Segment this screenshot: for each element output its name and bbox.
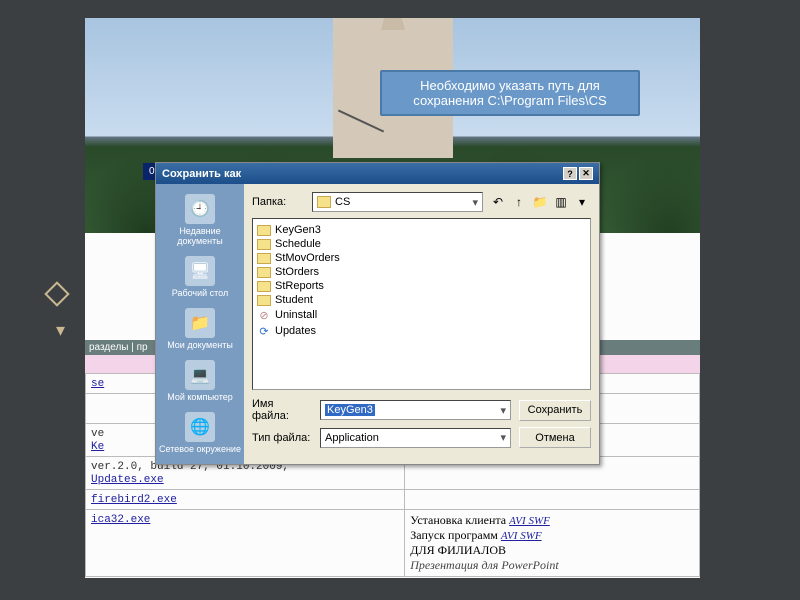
folder-icon xyxy=(257,225,271,236)
slide-dropdown-icon: ▾ xyxy=(56,320,65,341)
help-button[interactable]: ? xyxy=(563,167,577,180)
link[interactable]: Ke xyxy=(91,441,104,453)
filename-value: KeyGen3 xyxy=(325,404,375,416)
file-name: Updates xyxy=(275,325,316,337)
info-line: Установка клиента AVI SWF xyxy=(410,513,694,528)
place-item[interactable]: 🌐 Сетевое окружение xyxy=(156,408,244,458)
slide-bullet-icon xyxy=(44,281,69,306)
file-list[interactable]: KeyGen3 Schedule StMovOrders StOrders StRepo… xyxy=(252,218,591,390)
ica-link[interactable]: ica32.exe xyxy=(91,514,150,526)
folder-icon xyxy=(257,295,271,306)
file-item[interactable]: Student xyxy=(257,293,586,307)
update-icon: ⟳ xyxy=(257,324,271,338)
file-item[interactable]: StMovOrders xyxy=(257,251,586,265)
place-label: Рабочий стол xyxy=(172,288,229,298)
close-button[interactable]: ✕ xyxy=(579,167,593,180)
dialog-title: Сохранить как xyxy=(162,168,241,180)
file-name: Schedule xyxy=(275,238,321,250)
filetype-dropdown[interactable]: Application ▾ xyxy=(320,428,511,448)
folder-icon xyxy=(257,253,271,264)
firebird-link[interactable]: firebird2.exe xyxy=(91,494,177,506)
save-button[interactable]: Сохранить xyxy=(519,400,591,421)
toolbar-icon[interactable]: ▥ xyxy=(552,193,570,211)
file-item[interactable]: Schedule xyxy=(257,237,586,251)
folder-icon xyxy=(257,281,271,292)
place-item[interactable]: 💻 Мой компьютер xyxy=(156,356,244,406)
place-label: Мой компьютер xyxy=(167,392,233,402)
folder-value: CS xyxy=(335,196,350,208)
toolbar-icon[interactable]: 📁 xyxy=(531,193,549,211)
place-icon: 🌐 xyxy=(185,412,215,442)
filename-label: Имя файла: xyxy=(252,398,312,422)
link[interactable]: se xyxy=(91,378,104,390)
save-as-dialog: Сохранить как ? ✕ 🕘Недавние документы 🖥 Ра… xyxy=(155,162,600,465)
updates-link[interactable]: Updates.exe xyxy=(91,474,164,486)
folder-icon xyxy=(257,267,271,278)
folder-label: Папка: xyxy=(252,196,306,208)
toolbar-icon[interactable]: ↶ xyxy=(489,193,507,211)
chevron-down-icon: ▾ xyxy=(500,431,506,444)
chevron-down-icon: ▾ xyxy=(472,196,478,209)
info-line: Презентация для PowerPoint xyxy=(410,558,694,573)
place-icon: 📁 xyxy=(185,308,215,338)
file-name: Student xyxy=(275,294,313,306)
folder-dropdown[interactable]: CS ▾ xyxy=(312,192,483,212)
chevron-down-icon: ▾ xyxy=(500,404,506,417)
place-icon: 🕘 xyxy=(185,194,215,224)
text: ve xyxy=(91,428,104,440)
link[interactable]: AVI SWF xyxy=(501,530,542,542)
place-label: Недавние документы xyxy=(158,226,242,246)
file-item[interactable]: KeyGen3 xyxy=(257,223,586,237)
cancel-button[interactable]: Отмена xyxy=(519,427,591,448)
file-name: KeyGen3 xyxy=(275,224,321,236)
file-item[interactable]: ⟳ Updates xyxy=(257,323,586,339)
file-item[interactable]: StOrders xyxy=(257,265,586,279)
folder-icon xyxy=(317,196,331,208)
filename-input[interactable]: KeyGen3 ▾ xyxy=(320,400,511,420)
filetype-value: Application xyxy=(325,432,379,444)
dialog-titlebar[interactable]: Сохранить как ? ✕ xyxy=(156,163,599,184)
place-item[interactable]: 🖥 Рабочий стол xyxy=(156,252,244,302)
uninstall-icon: ⊘ xyxy=(257,308,271,322)
folder-icon xyxy=(257,239,271,250)
place-icon: 🖥 xyxy=(185,256,215,286)
file-name: StReports xyxy=(275,280,324,292)
place-icon: 💻 xyxy=(185,360,215,390)
place-label: Сетевое окружение xyxy=(159,444,241,454)
file-item[interactable]: StReports xyxy=(257,279,586,293)
file-name: StOrders xyxy=(275,266,319,278)
file-name: StMovOrders xyxy=(275,252,340,264)
toolbar-icon[interactable]: ↑ xyxy=(510,193,528,211)
filetype-label: Тип файла: xyxy=(252,432,312,444)
link[interactable]: AVI SWF xyxy=(509,515,550,527)
info-line: ДЛЯ ФИЛИАЛОВ xyxy=(410,543,694,558)
info-line: Запуск программ AVI SWF xyxy=(410,528,694,543)
places-bar: 🕘Недавние документы 🖥 Рабочий стол 📁 Мои док… xyxy=(156,184,244,464)
instruction-callout: Необходимо указать путь для сохранения C… xyxy=(380,70,640,116)
file-name: Uninstall xyxy=(275,309,317,321)
place-item[interactable]: 🕘Недавние документы xyxy=(156,190,244,250)
file-item[interactable]: ⊘ Uninstall xyxy=(257,307,586,323)
place-item[interactable]: 📁 Мои документы xyxy=(156,304,244,354)
dialog-toolbar: ↶↑📁▥▾ xyxy=(489,193,591,211)
toolbar-icon[interactable]: ▾ xyxy=(573,193,591,211)
place-label: Мои документы xyxy=(167,340,233,350)
